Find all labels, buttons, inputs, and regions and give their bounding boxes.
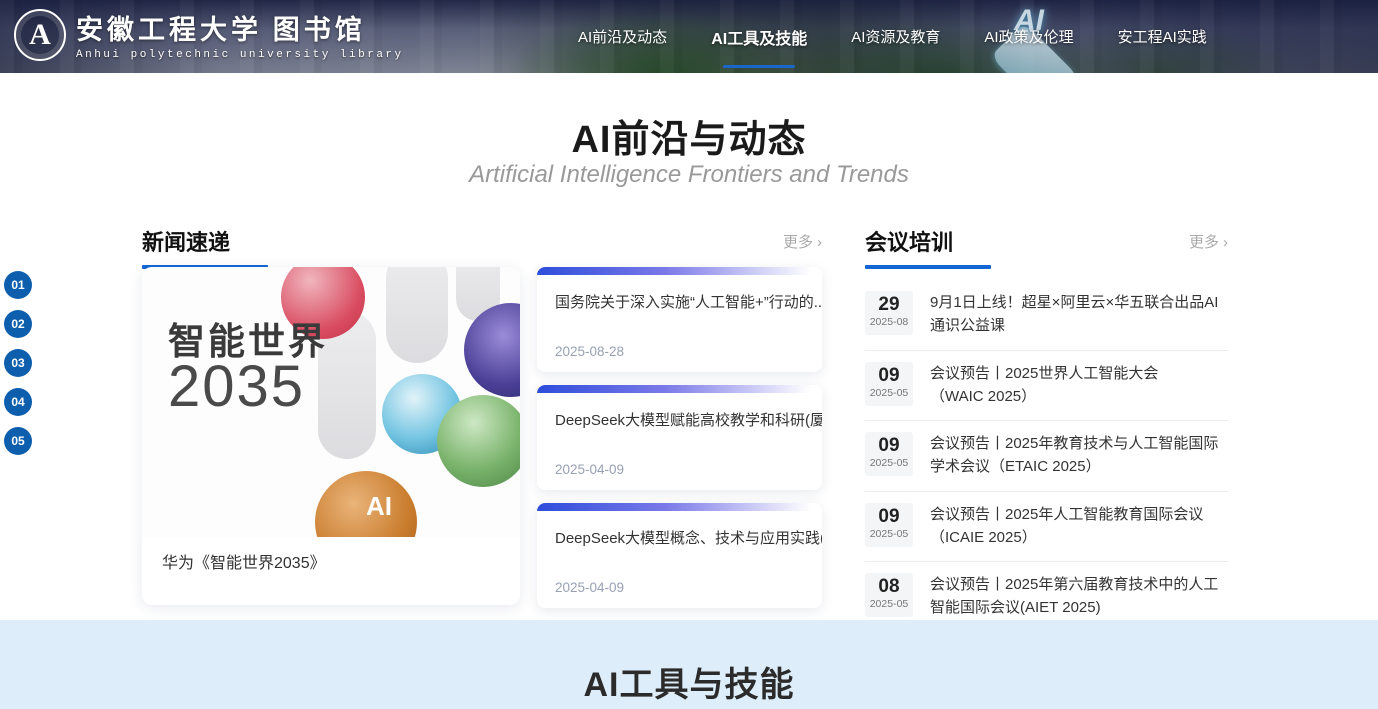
news-more-label: 更多: [783, 234, 813, 251]
conference-month: 2025-05: [865, 598, 913, 610]
conference-item-2[interactable]: 09 2025-05 会议预告丨2025世界人工智能大会 （WAIC 2025）: [865, 351, 1228, 422]
news-card-1[interactable]: 国务院关于深入实施“人工智能+”行动的... 2025-08-28: [537, 267, 822, 372]
news-card-title: DeepSeek大模型赋能高校教学和科研(厦门...: [537, 393, 822, 430]
nav-item-ai-tools[interactable]: AI工具及技能: [711, 0, 807, 73]
conference-day: 29: [865, 294, 913, 316]
card-accent-bar: [537, 267, 822, 275]
news-body: AI 智能世界 2035 华为《智能世界2035》 国务院关于深入实施“人工智能…: [142, 267, 822, 608]
news-card-date: 2025-04-09: [555, 462, 624, 477]
section-dot-02[interactable]: 02: [4, 310, 32, 338]
sphere-ai-label: AI: [366, 491, 392, 522]
decor-capsule: [386, 267, 448, 363]
decor-sphere-green: [437, 395, 520, 487]
news-card-title: 国务院关于深入实施“人工智能+”行动的...: [537, 275, 822, 312]
main-nav: AI前沿及动态 AI工具及技能 AI资源及教育 AI政策及伦理 安工程AI实践: [578, 0, 1207, 73]
featured-caption: 华为《智能世界2035》: [142, 537, 520, 573]
logo-text: 安徽工程大学 图书馆 Anhui polytechnic university …: [76, 8, 404, 61]
section-dot-05[interactable]: 05: [4, 427, 32, 455]
conference-day: 09: [865, 365, 913, 387]
section-dot-01[interactable]: 01: [4, 271, 32, 299]
ai-tools-section: AI工具与技能: [0, 620, 1378, 709]
conference-day: 08: [865, 576, 913, 598]
conference-item-title: 会议预告丨2025年教育技术与人工智能国际学术会议（ETAIC 2025）: [930, 432, 1228, 479]
emblem-letter: A: [29, 18, 51, 52]
news-card-3[interactable]: DeepSeek大模型概念、技术与应用实践(厦... 2025-04-09: [537, 503, 822, 608]
conference-month: 2025-05: [865, 528, 913, 540]
news-card-date: 2025-04-09: [555, 580, 624, 595]
page-title: AI前沿与动态: [0, 108, 1378, 163]
featured-image-title-line2: 2035: [168, 353, 305, 420]
page-section-dots: 01 02 03 04 05: [4, 271, 32, 455]
conference-list: 29 2025-08 9月1日上线！超星×阿里云×华五联合出品AI通识公益课 0…: [865, 280, 1228, 632]
conference-section-head: 会议培训 更多›: [865, 225, 1228, 267]
card-accent-bar: [537, 503, 822, 511]
conference-month: 2025-05: [865, 387, 913, 399]
page-subtitle: Artificial Intelligence Frontiers and Tr…: [0, 161, 1378, 189]
page: A 安徽工程大学 图书馆 Anhui polytechnic universit…: [0, 0, 1378, 709]
library-logo[interactable]: A 安徽工程大学 图书馆 Anhui polytechnic universit…: [14, 8, 404, 61]
news-more-link[interactable]: 更多›: [783, 231, 822, 252]
conference-item-1[interactable]: 29 2025-08 9月1日上线！超星×阿里云×华五联合出品AI通识公益课: [865, 280, 1228, 351]
conference-date-badge: 09 2025-05: [865, 503, 913, 547]
news-card-2[interactable]: DeepSeek大模型赋能高校教学和科研(厦门... 2025-04-09: [537, 385, 822, 490]
chevron-right-icon: ›: [1223, 234, 1228, 251]
section-dot-03[interactable]: 03: [4, 349, 32, 377]
nav-item-ai-policy[interactable]: AI政策及伦理: [984, 0, 1073, 73]
conference-month: 2025-08: [865, 316, 913, 328]
conference-day: 09: [865, 506, 913, 528]
conference-more-label: 更多: [1189, 234, 1219, 251]
conference-section: 会议培训 更多› 29 2025-08 9月1日上线！超星×阿里云×华五联合出品…: [865, 225, 1228, 632]
conference-item-title: 9月1日上线！超星×阿里云×华五联合出品AI通识公益课: [930, 291, 1228, 338]
conference-section-title: 会议培训: [865, 225, 953, 265]
university-emblem-icon: A: [14, 9, 66, 61]
featured-news-card[interactable]: AI 智能世界 2035 华为《智能世界2035》: [142, 267, 520, 605]
decor-sphere-orange: AI: [315, 471, 417, 537]
news-section-title: 新闻速递: [142, 225, 230, 265]
nav-item-ai-frontier[interactable]: AI前沿及动态: [578, 0, 667, 73]
news-section-head: 新闻速递 更多›: [142, 225, 822, 267]
conference-date-badge: 09 2025-05: [865, 432, 913, 476]
conference-month: 2025-05: [865, 457, 913, 469]
nav-item-ai-resources[interactable]: AI资源及教育: [851, 0, 940, 73]
conference-date-badge: 08 2025-05: [865, 573, 913, 617]
nav-item-ai-practice[interactable]: 安工程AI实践: [1118, 0, 1207, 73]
conference-date-badge: 09 2025-05: [865, 362, 913, 406]
conference-item-title: 会议预告丨2025年第六届教育技术中的人工智能国际会议(AIET 2025): [930, 573, 1228, 620]
news-card-title: DeepSeek大模型概念、技术与应用实践(厦...: [537, 511, 822, 548]
featured-image: AI 智能世界 2035: [142, 267, 520, 537]
chevron-right-icon: ›: [817, 234, 822, 251]
news-card-date: 2025-08-28: [555, 344, 624, 359]
conference-item-title: 会议预告丨2025年人工智能教育国际会议 （ICAIE 2025）: [930, 503, 1203, 550]
conference-item-title: 会议预告丨2025世界人工智能大会 （WAIC 2025）: [930, 362, 1158, 409]
news-list: 国务院关于深入实施“人工智能+”行动的... 2025-08-28 DeepSe…: [537, 267, 822, 608]
card-accent-bar: [537, 385, 822, 393]
news-section: 新闻速递 更多› AI 智能世界 203: [142, 225, 822, 608]
conference-item-3[interactable]: 09 2025-05 会议预告丨2025年教育技术与人工智能国际学术会议（ETA…: [865, 421, 1228, 492]
conference-more-link[interactable]: 更多›: [1189, 231, 1228, 252]
logo-title-zh: 安徽工程大学 图书馆: [76, 8, 404, 47]
conference-item-4[interactable]: 09 2025-05 会议预告丨2025年人工智能教育国际会议 （ICAIE 2…: [865, 492, 1228, 563]
site-header: A 安徽工程大学 图书馆 Anhui polytechnic universit…: [0, 0, 1378, 73]
conference-title-underline: [865, 265, 991, 269]
ai-tools-section-title: AI工具与技能: [0, 657, 1378, 706]
logo-title-en: Anhui polytechnic university library: [76, 49, 404, 61]
section-dot-04[interactable]: 04: [4, 388, 32, 416]
conference-date-badge: 29 2025-08: [865, 291, 913, 335]
conference-day: 09: [865, 435, 913, 457]
